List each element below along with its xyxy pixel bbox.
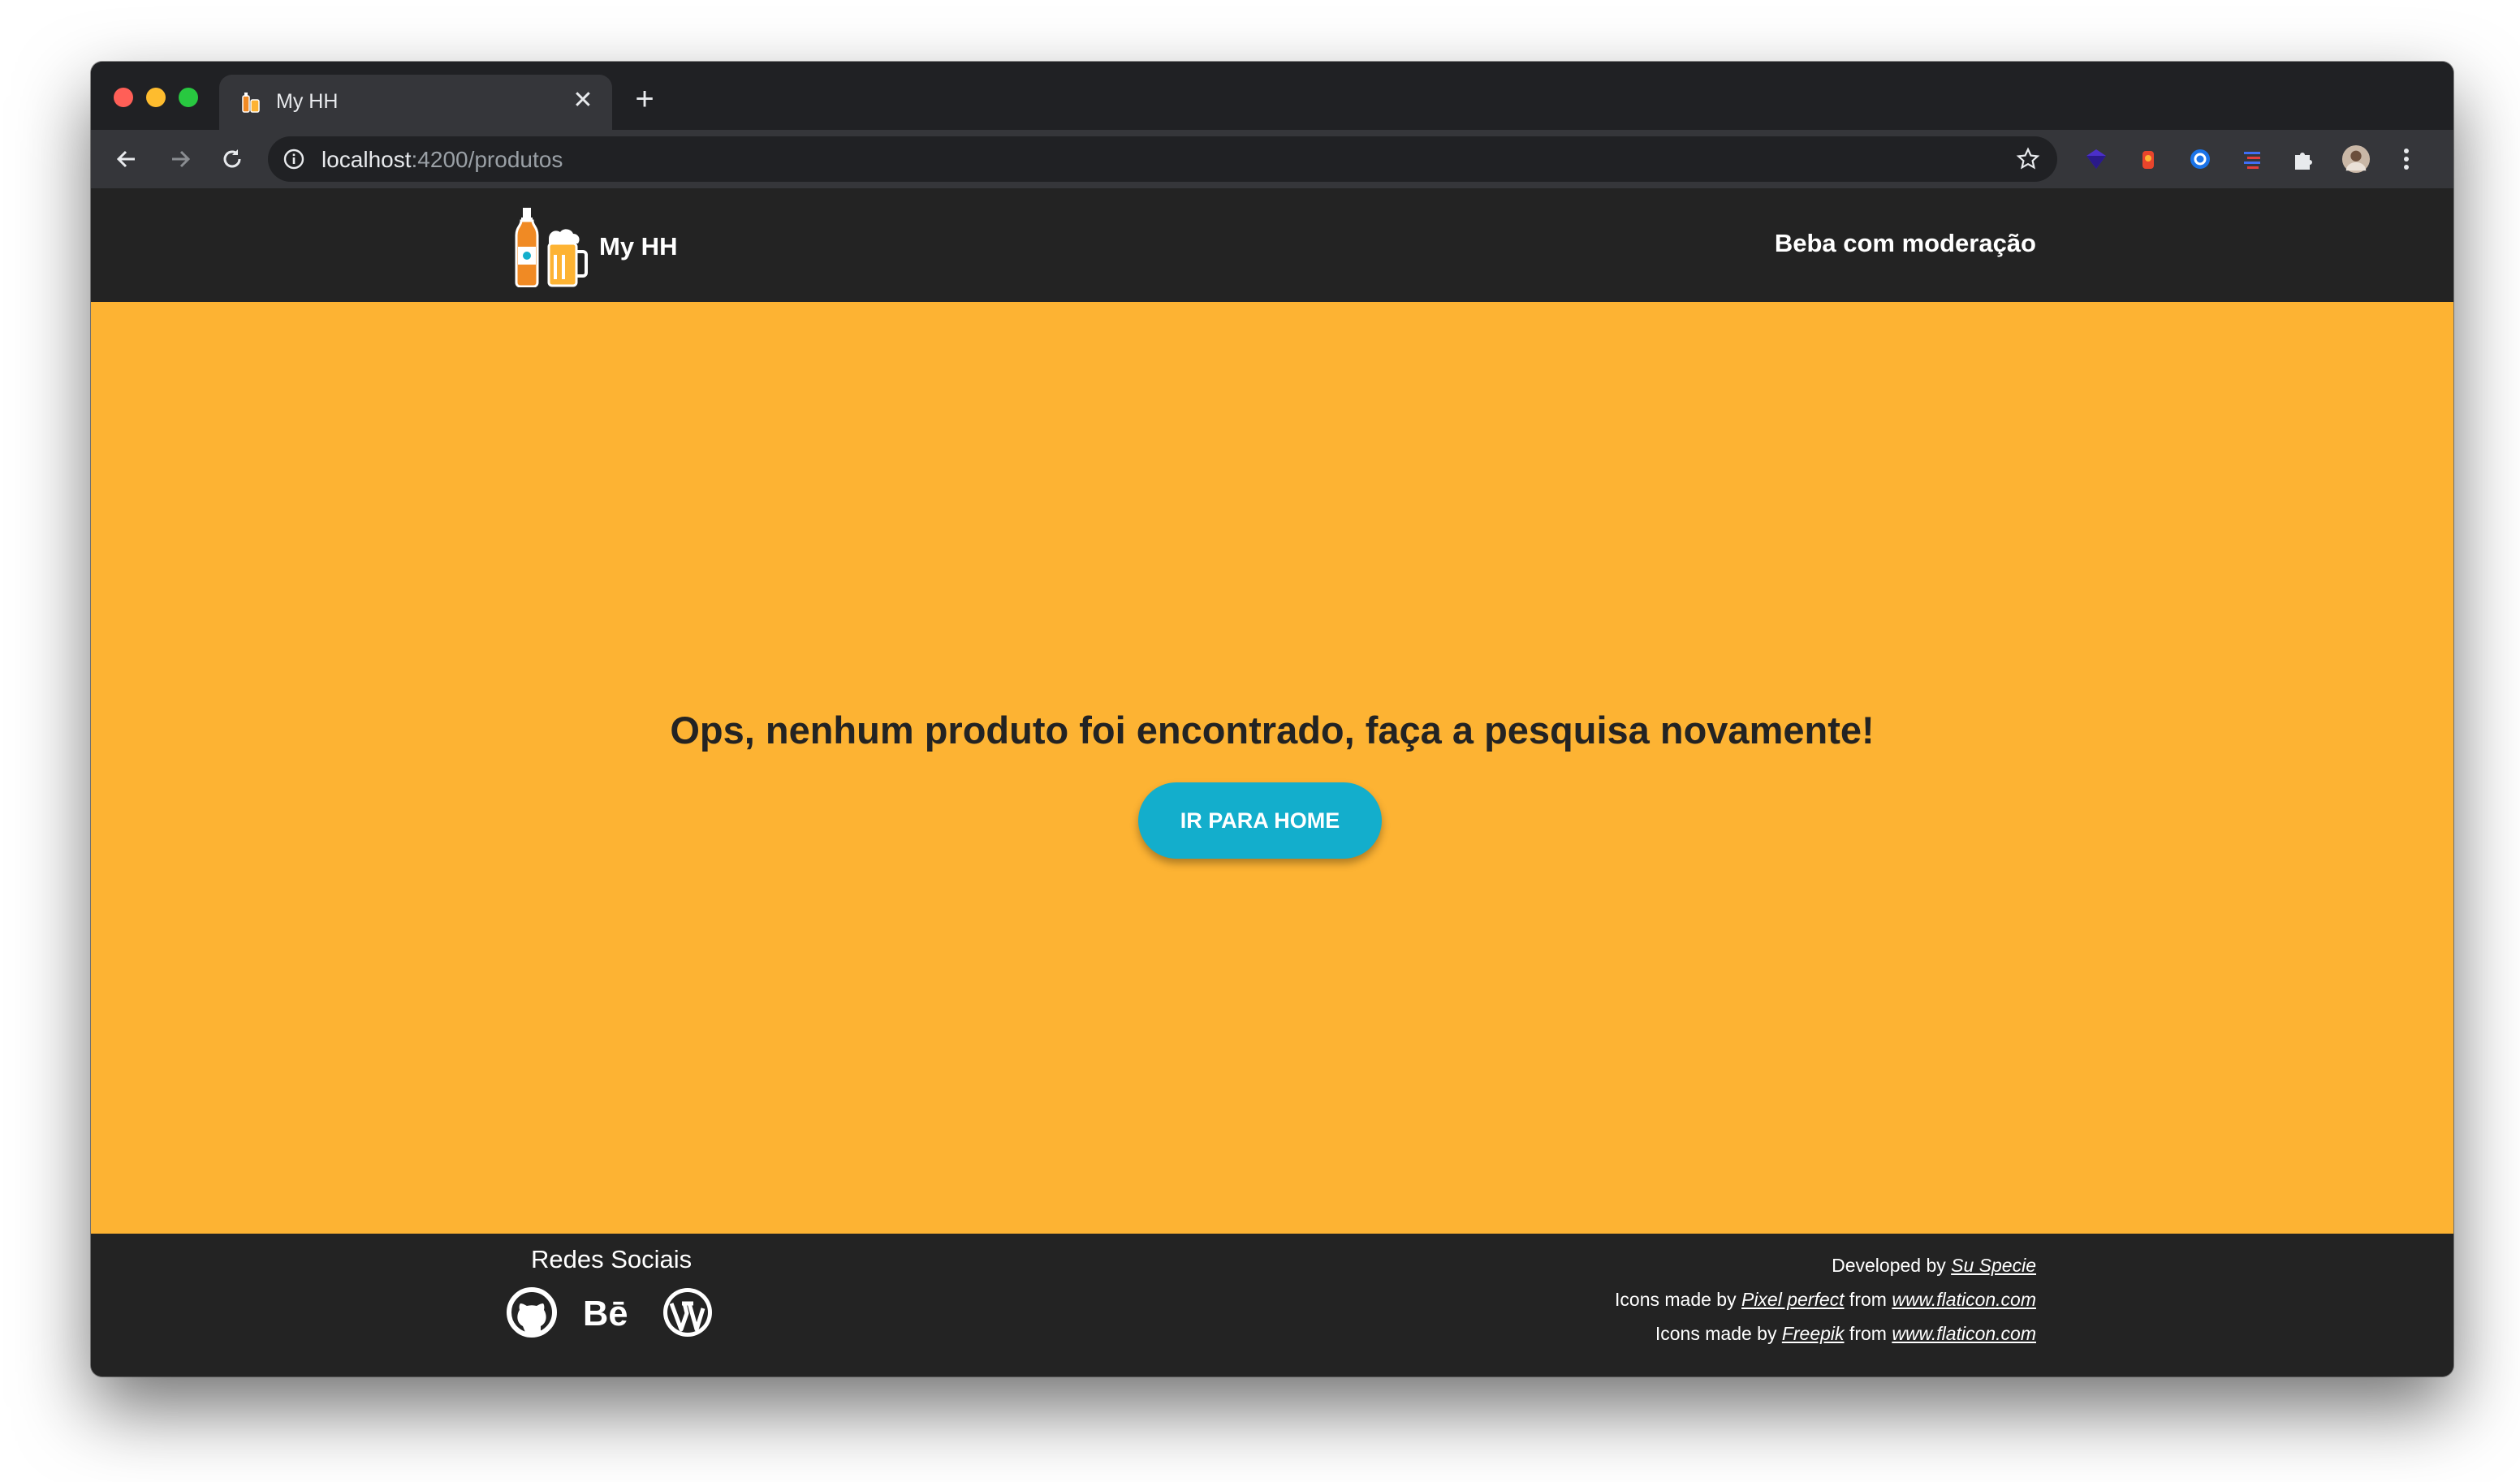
tab-close-icon[interactable]: ✕ xyxy=(568,86,598,115)
star-icon[interactable] xyxy=(2015,146,2041,172)
main-content: Ops, nenhum produto foi encontrado, faça… xyxy=(91,302,2453,1234)
go-home-button[interactable]: IR PARA HOME xyxy=(1138,782,1382,859)
site-header: My HH Beba com moderação xyxy=(91,188,2453,302)
address-bar[interactable]: localhost:4200/produtos xyxy=(268,136,2057,182)
credits: Developed by Su Specie Icons made by Pix… xyxy=(1615,1248,2036,1351)
tagline: Beba com moderação xyxy=(1774,229,2036,257)
brand-name: My HH xyxy=(599,232,678,261)
new-tab-button[interactable]: + xyxy=(628,83,661,115)
info-icon[interactable] xyxy=(283,148,305,170)
browser-window: My HH ✕ + localhost:4200/produtos My HH … xyxy=(91,62,2453,1376)
freepik-link[interactable]: Freepik xyxy=(1782,1323,1845,1344)
url-path: :4200/produtos xyxy=(411,147,563,172)
credit-developer: Developed by Su Specie xyxy=(1832,1255,2036,1276)
svg-text:Bē: Bē xyxy=(583,1295,628,1333)
close-window-button[interactable] xyxy=(114,88,133,107)
menu-kebab-icon[interactable] xyxy=(2392,144,2421,174)
url-host: localhost xyxy=(321,147,412,172)
pixel-perfect-link[interactable]: Pixel perfect xyxy=(1741,1289,1845,1310)
extension-diamond-icon[interactable] xyxy=(2082,144,2111,174)
beer-favicon-icon xyxy=(242,93,260,113)
tab-strip: My HH ✕ + xyxy=(91,62,2453,130)
developer-link[interactable]: Su Specie xyxy=(1951,1255,2036,1276)
flaticon-link-1[interactable]: www.flaticon.com xyxy=(1892,1289,2036,1310)
extension-red-icon[interactable] xyxy=(2134,144,2163,174)
browser-tab[interactable]: My HH ✕ xyxy=(219,75,612,130)
wordpress-icon[interactable] xyxy=(661,1286,714,1339)
minimize-window-button[interactable] xyxy=(146,88,166,107)
github-icon[interactable] xyxy=(505,1286,559,1339)
site-footer: Redes Sociais Bē Developed by Su Specie … xyxy=(91,1234,2453,1376)
flaticon-link-2[interactable]: www.flaticon.com xyxy=(1892,1323,2036,1344)
profile-avatar-icon[interactable] xyxy=(2341,144,2371,174)
url-text[interactable]: localhost:4200/produtos xyxy=(321,147,563,173)
web-page: My HH Beba com moderação Ops, nenhum pro… xyxy=(91,188,2453,1376)
brand-link[interactable]: My HH xyxy=(507,206,677,287)
tab-title: My HH xyxy=(276,90,339,113)
credit-icons-2: Icons made by Freepik from www.flaticon.… xyxy=(1655,1323,2036,1344)
reload-icon[interactable] xyxy=(214,141,250,177)
beer-logo-icon xyxy=(515,208,588,287)
social-links: Bē xyxy=(505,1286,714,1339)
maximize-window-button[interactable] xyxy=(179,88,198,107)
back-arrow-icon[interactable] xyxy=(109,141,145,177)
extension-lines-icon[interactable] xyxy=(2237,144,2267,174)
extension-blue-circle-icon[interactable] xyxy=(2186,144,2215,174)
extensions-puzzle-icon[interactable] xyxy=(2289,144,2319,174)
social-title: Redes Sociais xyxy=(531,1245,693,1273)
forward-arrow-icon[interactable] xyxy=(162,141,198,177)
browser-toolbar: localhost:4200/produtos xyxy=(91,130,2453,188)
empty-results-message: Ops, nenhum produto foi encontrado, faça… xyxy=(670,709,1875,752)
behance-icon[interactable]: Bē xyxy=(583,1286,636,1339)
credit-icons-1: Icons made by Pixel perfect from www.fla… xyxy=(1615,1289,2036,1310)
